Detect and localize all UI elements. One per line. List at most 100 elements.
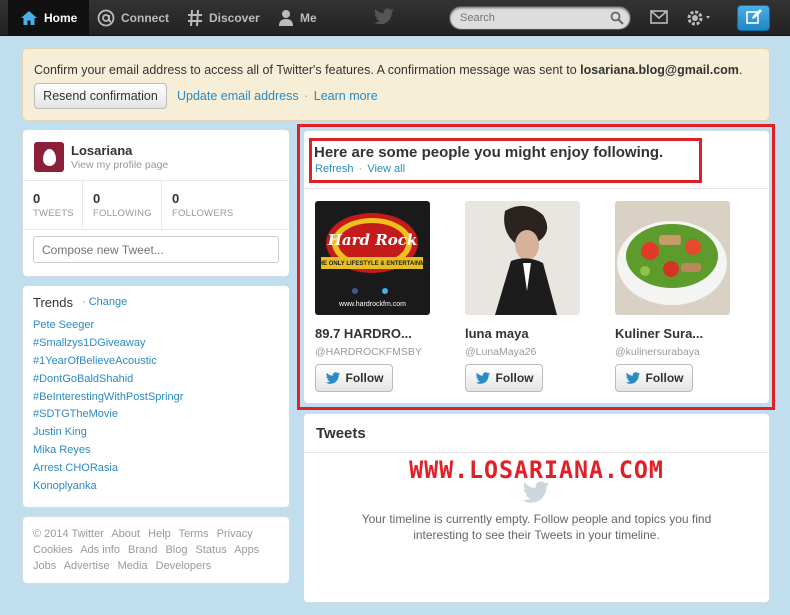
trend-item[interactable]: Justin King — [33, 426, 87, 438]
footer-link[interactable]: About — [111, 528, 140, 540]
footer-link[interactable]: Ads info — [80, 544, 120, 556]
follow-label: Follow — [645, 371, 684, 385]
trends-title: Trends — [33, 295, 73, 310]
tweets-title: Tweets — [316, 425, 366, 442]
trends-panel: Trends · Change Pete Seeger #Smallzys1DG… — [22, 285, 290, 508]
compose-icon — [745, 8, 763, 29]
link-separator: · — [304, 89, 309, 103]
follow-label: Follow — [345, 371, 384, 385]
trend-item[interactable]: Arrest CHORasia — [33, 462, 118, 474]
footer-link[interactable]: Advertise — [64, 560, 110, 572]
search-icon[interactable] — [610, 11, 624, 28]
footer-link[interactable]: Cookies — [33, 544, 73, 556]
search-input[interactable] — [460, 10, 600, 26]
resend-confirmation-button[interactable]: Resend confirmation — [34, 83, 167, 109]
follow-label: Follow — [495, 371, 534, 385]
hard-rock-site: www.hardrockfm.com — [339, 301, 406, 308]
trend-item[interactable]: Konoplyanka — [33, 480, 97, 492]
suggestion-name[interactable]: 89.7 HARDRO... — [315, 326, 412, 341]
nav-home[interactable]: Home — [8, 0, 90, 36]
follow-button[interactable]: Follow — [315, 364, 393, 392]
egg-icon — [42, 148, 56, 166]
stat-tweets[interactable]: 0 TWEETS — [23, 181, 82, 229]
confirmation-links: Update email address · Learn more — [177, 89, 378, 103]
envelope-icon[interactable] — [650, 10, 668, 27]
stat-tweets-count: 0 — [33, 191, 41, 206]
footer-link[interactable]: Status — [196, 544, 227, 556]
nav-home-label: Home — [44, 11, 78, 25]
person-icon — [278, 9, 294, 27]
trend-item[interactable]: #BeInterestingWithPostSpringr — [33, 391, 183, 403]
woman-portrait[interactable] — [465, 201, 580, 315]
profile-name[interactable]: Losariana — [71, 143, 132, 158]
hard-rock-logo-text: Hard Rock — [327, 231, 418, 249]
stat-tweets-label: TWEETS — [33, 208, 74, 219]
email-confirmation-banner: Confirm your email address to access all… — [22, 48, 770, 121]
nav-connect[interactable]: Connect — [97, 0, 169, 36]
footer-link[interactable]: Developers — [156, 560, 212, 572]
twitter-bird-icon — [521, 481, 551, 508]
footer-link[interactable]: Blog — [165, 544, 187, 556]
trend-item[interactable]: #SDTGTheMovie — [33, 408, 118, 420]
profile-card: Losariana View my profile page 0 TWEETS … — [22, 129, 290, 277]
gear-icon[interactable] — [686, 8, 714, 31]
suggestion-name[interactable]: Kuliner Sura... — [615, 326, 703, 341]
hard-rock-banner: THE ONLY LIFESTYLE & ENTERTAINMENT STATI… — [315, 261, 430, 267]
footer-link[interactable]: Privacy — [217, 528, 253, 540]
trend-item[interactable]: #Smallzys1DGiveaway — [33, 337, 145, 349]
footer-links: © 2014 Twitter About Help Terms Privacy … — [33, 526, 283, 574]
update-email-link[interactable]: Update email address — [177, 89, 299, 103]
who-to-follow-title: Here are some people you might enjoy fol… — [314, 144, 664, 161]
confirmation-email: losariana.blog@gmail.com — [580, 63, 739, 77]
trends-change-link[interactable]: · Change — [82, 296, 127, 308]
twitter-bird-icon — [475, 371, 490, 384]
search-box[interactable] — [449, 6, 631, 30]
footer-link[interactable]: Terms — [179, 528, 209, 540]
stat-followers-label: FOLLOWERS — [172, 208, 234, 219]
tweets-header: Tweets — [304, 414, 769, 453]
refresh-link[interactable]: Refresh — [315, 163, 354, 175]
twitter-bird-icon — [325, 371, 340, 384]
avatar[interactable] — [34, 142, 64, 172]
suggestion-handle: @LunaMaya26 — [465, 346, 537, 358]
salad-bowl[interactable] — [615, 201, 730, 315]
footer-link[interactable]: Apps — [234, 544, 259, 556]
view-all-link[interactable]: View all — [367, 163, 405, 175]
nav-discover[interactable]: Discover — [187, 0, 260, 36]
suggestion-handle: @HARDROCKFMSBY — [315, 346, 422, 358]
stat-followers[interactable]: 0 FOLLOWERS — [161, 181, 289, 229]
follow-button[interactable]: Follow — [615, 364, 693, 392]
suggestion-handle: @kulinersurabaya — [615, 346, 700, 358]
watermark: WWW.LOSARIANA.COM — [409, 456, 664, 484]
profile-stats: 0 TWEETS 0 FOLLOWING 0 FOLLOWERS — [23, 180, 289, 230]
nav-me[interactable]: Me — [278, 0, 317, 36]
confirmation-text: Confirm your email address to access all… — [34, 63, 581, 77]
view-profile-link[interactable]: View my profile page — [71, 159, 168, 171]
footer-link[interactable]: Jobs — [33, 560, 56, 572]
nav-discover-label: Discover — [209, 11, 260, 25]
home-icon — [20, 10, 38, 26]
footer-link[interactable]: Brand — [128, 544, 157, 556]
trend-item[interactable]: #DontGoBaldShahid — [33, 373, 133, 385]
stat-following-count: 0 — [93, 191, 101, 206]
stat-following[interactable]: 0 FOLLOWING — [82, 181, 161, 229]
nav-me-label: Me — [300, 11, 317, 25]
confirmation-message: Confirm your email address to access all… — [34, 63, 742, 77]
compose-tweet-button[interactable] — [737, 5, 770, 31]
follow-button[interactable]: Follow — [465, 364, 543, 392]
trend-item[interactable]: Pete Seeger — [33, 319, 94, 331]
twitter-bird-icon — [625, 371, 640, 384]
hashtag-icon — [187, 9, 203, 27]
suggestion-name[interactable]: luna maya — [465, 326, 529, 341]
hard-rock-logo[interactable]: Hard Rock THE ONLY LIFESTYLE & ENTERTAIN… — [315, 201, 430, 315]
compose-tweet-input[interactable] — [33, 236, 279, 263]
confirmation-suffix: . — [738, 63, 743, 77]
footer-link[interactable]: Media — [118, 560, 148, 572]
trend-item[interactable]: Mika Reyes — [33, 444, 90, 456]
twitter-bird-icon[interactable] — [373, 8, 395, 29]
learn-more-link[interactable]: Learn more — [314, 89, 378, 103]
who-to-follow-panel: Here are some people you might enjoy fol… — [303, 130, 770, 404]
tweets-panel: Tweets WWW.LOSARIANA.COM Your timeline i… — [303, 413, 770, 603]
footer-link[interactable]: Help — [148, 528, 171, 540]
trend-item[interactable]: #1YearOfBelieveAcoustic — [33, 355, 157, 367]
